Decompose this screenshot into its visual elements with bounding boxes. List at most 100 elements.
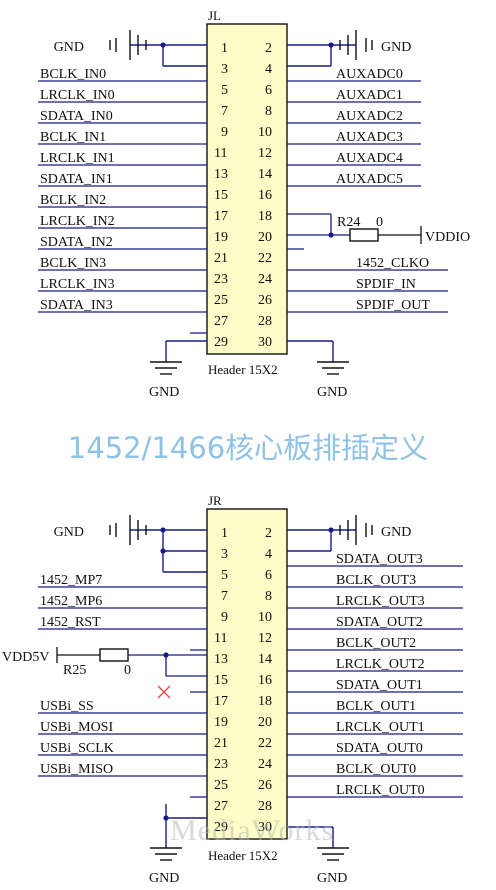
jr-net-lrclk-out2: LRCLK_OUT2 (336, 657, 425, 672)
jl-pin-18: 18 (258, 209, 272, 224)
jr-gnd-label-left: GND (54, 525, 84, 540)
jl-pin-2: 2 (265, 41, 272, 56)
jr-pin-20: 20 (258, 715, 272, 730)
jl-net-auxadc4: AUXADC4 (336, 151, 403, 166)
jl-pin-25: 25 (214, 293, 228, 308)
jl-net-auxadc3: AUXADC3 (336, 130, 403, 145)
jl-pin-20: 20 (258, 230, 272, 245)
jr-pin-18: 18 (258, 694, 272, 709)
jl-net-lrclk-in2: LRCLK_IN2 (40, 214, 115, 229)
jr-net-bclk-out1: BCLK_OUT1 (336, 699, 416, 714)
r25-ref: R25 (63, 663, 86, 678)
jr-pin-28: 28 (258, 799, 272, 814)
jr-junction-gnd-left-b (160, 548, 166, 554)
jr-net-bclk-out0: BCLK_OUT0 (336, 762, 416, 777)
jl-gnd-symbol-top-left (109, 30, 207, 67)
jr-gnd-symbol-top-left (109, 515, 207, 573)
jr-junction-gnd-bottom (163, 815, 169, 821)
jr-junction-gnd-left-a (160, 527, 166, 533)
jl-pin-12: 12 (258, 146, 272, 161)
jl-net-sdata-in1: SDATA_IN1 (40, 172, 113, 187)
jl-net-lrclk-in1: LRCLK_IN1 (40, 151, 115, 166)
vdd5v-label: VDD5V (2, 650, 49, 665)
jl-pin-30: 30 (258, 335, 272, 350)
jr-net-1452-mp6: 1452_MP6 (40, 594, 102, 609)
jl-pin-24: 24 (258, 272, 272, 287)
jl-pin-9: 9 (221, 125, 228, 140)
jl-pin-15: 15 (214, 188, 228, 203)
jl-pin-22: 22 (258, 251, 272, 266)
jr-pin-24: 24 (258, 757, 272, 772)
jr-pin-23: 23 (214, 757, 228, 772)
jl-net-sdata-in0: SDATA_IN0 (40, 109, 113, 124)
r24-value: 0 (376, 215, 383, 230)
jr-net-sdata-out2: SDATA_OUT2 (336, 615, 423, 630)
jl-pin-27: 27 (214, 314, 228, 329)
jr-pin-5: 5 (221, 568, 228, 583)
jr-net-lrclk-out1: LRCLK_OUT1 (336, 720, 425, 735)
jl-gnd-label-bottom-left: GND (149, 385, 179, 400)
jr-pin-13: 13 (214, 652, 228, 667)
jr-net-usbi-ss: USBi_SS (40, 699, 94, 714)
jr-pin-22: 22 (258, 736, 272, 751)
jr-gnd-symbol-top-right (287, 515, 373, 552)
jl-left-labels: GND BCLK_IN0 LRCLK_IN0 SDATA_IN0 BCLK_IN… (40, 40, 115, 313)
jl-net-spdif-in: SPDIF_IN (356, 277, 416, 292)
jl-gnd-symbol-top-right (287, 30, 373, 67)
jr-gnd-label-bottom-left: GND (149, 871, 179, 886)
r25-value: 0 (124, 663, 131, 678)
jr-pin-stubs (190, 649, 207, 798)
jr-pin-19: 19 (214, 715, 228, 730)
jr-net-sdata-out3: SDATA_OUT3 (336, 552, 423, 567)
schematic-diagram: JL Header 15X2 1 2 3 4 5 6 7 8 9 10 11 1… (2, 8, 470, 886)
jr-pin-17: 17 (214, 694, 228, 709)
jr-ref: JR (208, 493, 222, 508)
jr-net-usbi-miso: USBi_MISO (40, 762, 113, 777)
jr-pin-21: 21 (214, 736, 228, 751)
jr-net-sdata-out1: SDATA_OUT1 (336, 678, 423, 693)
jl-pin-19: 19 (214, 230, 228, 245)
jr-no-connect-marker (157, 685, 171, 699)
jl-junction-gnd-left (160, 42, 166, 48)
jl-pin-1: 1 (221, 41, 228, 56)
jr-net-usbi-sclk: USBi_SCLK (40, 741, 114, 756)
connector-jl: JL Header 15X2 1 2 3 4 5 6 7 8 9 10 11 1… (38, 8, 470, 400)
jl-ref: JL (208, 8, 221, 23)
jl-pin-8: 8 (265, 104, 272, 119)
jl-net-auxadc1: AUXADC1 (336, 88, 403, 103)
jr-pin-12: 12 (258, 631, 272, 646)
jr-pin-2: 2 (265, 526, 272, 541)
jl-net-auxadc2: AUXADC2 (336, 109, 403, 124)
jr-pin-8: 8 (265, 589, 272, 604)
jr-gnd-label-right: GND (381, 525, 411, 540)
jl-gnd-label-left: GND (54, 40, 84, 55)
jl-gnd-symbol-bottom-right (287, 340, 349, 375)
jr-pin-27: 27 (214, 799, 228, 814)
jl-junction-gnd-right (328, 42, 334, 48)
jl-net-bclk-in3: BCLK_IN3 (40, 256, 106, 271)
jl-pin-10: 10 (258, 125, 272, 140)
jl-pin-13: 13 (214, 167, 228, 182)
jr-junction-r25 (163, 652, 169, 658)
jl-net-lrclk-in0: LRCLK_IN0 (40, 88, 115, 103)
jr-pin-1: 1 (221, 526, 228, 541)
jr-pin-7: 7 (221, 589, 228, 604)
jr-net-1452-mp7: 1452_MP7 (40, 573, 102, 588)
jl-gnd-symbol-bottom-left (150, 340, 207, 375)
r24-resistor (349, 228, 379, 242)
jr-pin-15: 15 (214, 673, 228, 688)
jr-net-lrclk-out0: LRCLK_OUT0 (336, 783, 425, 798)
jr-pin-14: 14 (258, 652, 272, 667)
jr-pin-25: 25 (214, 778, 228, 793)
jr-net-sdata-out0: SDATA_OUT0 (336, 741, 423, 756)
jl-net-spdif-out: SPDIF_OUT (356, 298, 430, 313)
jr-net-bclk-out2: BCLK_OUT2 (336, 636, 416, 651)
jr-part-name: Header 15X2 (208, 848, 278, 863)
jl-pin-28: 28 (258, 314, 272, 329)
jr-net-bclk-out3: BCLK_OUT3 (336, 573, 416, 588)
jl-gnd-label-bottom-right: GND (317, 385, 347, 400)
jl-pin-16: 16 (258, 188, 272, 203)
jl-pin-29: 29 (214, 335, 228, 350)
jr-net-1452-rst: 1452_RST (40, 615, 101, 630)
r24-ref: R24 (337, 215, 360, 230)
